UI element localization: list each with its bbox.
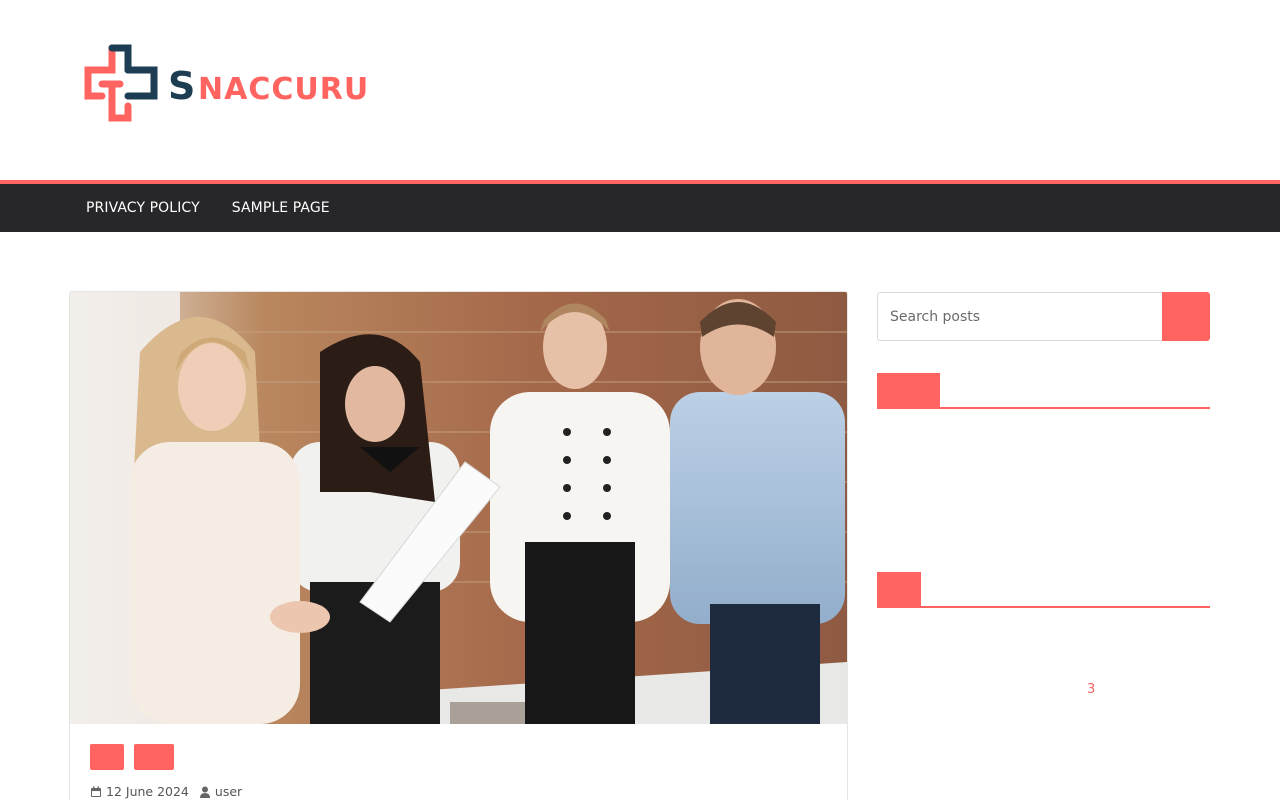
widget-link[interactable]: 3 xyxy=(1087,682,1095,697)
sidebar-widget-title xyxy=(877,373,1210,409)
primary-nav: PRIVACY POLICY SAMPLE PAGE xyxy=(0,184,1280,232)
post-author[interactable]: user xyxy=(199,784,242,799)
search-form xyxy=(877,292,1210,341)
post-meta: 12 June 2024 user xyxy=(90,784,252,799)
photo-icon xyxy=(70,292,847,724)
post-date[interactable]: 12 June 2024 xyxy=(90,784,189,799)
nav-item-sample-page[interactable]: SAMPLE PAGE xyxy=(232,200,330,216)
post-featured-image[interactable] xyxy=(70,292,847,724)
widget-title-tab xyxy=(877,572,921,607)
sidebar-widget-title xyxy=(877,572,1210,608)
category-tag[interactable] xyxy=(134,744,174,770)
site-header: S NACCURU xyxy=(0,0,1280,180)
snaccuru-logo-icon: S NACCURU xyxy=(84,44,369,122)
post-categories xyxy=(90,744,174,770)
site-logo[interactable]: S NACCURU xyxy=(80,40,410,124)
post-date-text: 12 June 2024 xyxy=(106,784,189,799)
user-icon xyxy=(199,786,210,798)
post-card: 12 June 2024 user xyxy=(69,291,848,800)
widget-title-tab xyxy=(877,373,940,408)
nav-item-privacy-policy[interactable]: PRIVACY POLICY xyxy=(86,200,200,216)
logo-letter-s: S xyxy=(168,64,195,108)
search-input[interactable] xyxy=(877,292,1162,341)
post-author-text: user xyxy=(214,784,243,799)
search-button[interactable] xyxy=(1162,292,1210,341)
logo-wordmark: NACCURU xyxy=(198,72,369,107)
category-tag[interactable] xyxy=(90,744,124,770)
calendar-icon xyxy=(91,786,101,797)
